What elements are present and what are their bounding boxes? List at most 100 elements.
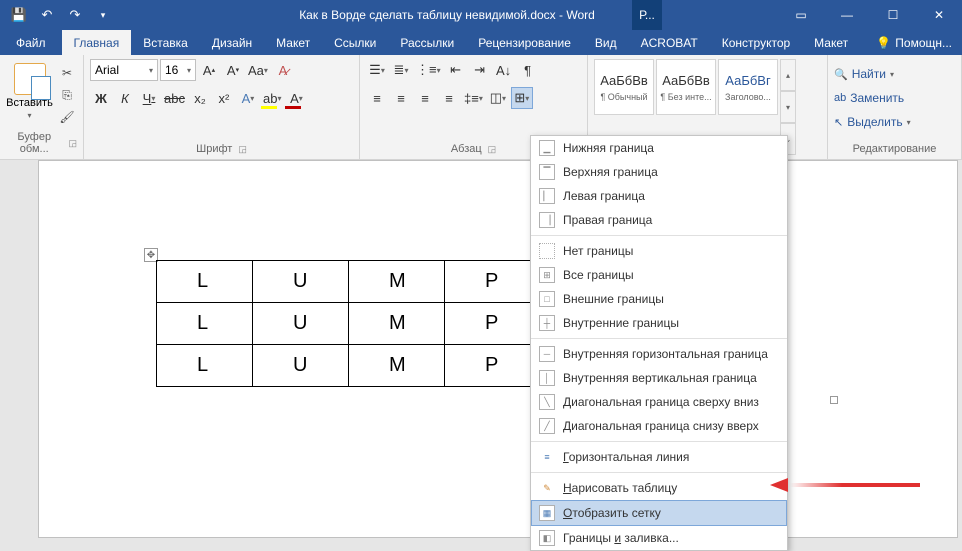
highlight-icon[interactable]: ab▾ xyxy=(261,87,283,109)
indent-left-icon[interactable]: ⇤ xyxy=(445,59,467,81)
subscript-button[interactable]: x₂ xyxy=(189,87,211,109)
ribbon-options-icon[interactable]: ▭ xyxy=(778,0,824,30)
multilevel-icon[interactable]: ⋮≡▾ xyxy=(414,59,443,81)
change-case-icon[interactable]: Aa▾ xyxy=(246,59,270,81)
tell-me[interactable]: 💡 Помощн... xyxy=(866,30,962,55)
tab-view[interactable]: Вид xyxy=(583,30,629,55)
cut-icon[interactable]: ✂ xyxy=(57,63,77,83)
select-button[interactable]: ↖Выделить ▾ xyxy=(834,111,955,133)
table-cell[interactable]: M xyxy=(349,303,445,345)
menu-inside-v-border[interactable]: │Внутренняя вертикальная граница xyxy=(531,366,787,390)
menu-outside-borders[interactable]: □Внешние границы xyxy=(531,287,787,311)
menu-inside-h-border[interactable]: ─Внутренняя горизонтальная граница xyxy=(531,342,787,366)
show-marks-icon[interactable]: ¶ xyxy=(517,59,539,81)
redo-icon[interactable]: ↷ xyxy=(62,2,88,28)
font-name-select[interactable]: Arial▾ xyxy=(90,59,158,81)
menu-all-borders[interactable]: ⊞Все границы xyxy=(531,263,787,287)
menu-right-border[interactable]: ▕Правая граница xyxy=(531,208,787,232)
shrink-font-icon[interactable]: A▾ xyxy=(222,59,244,81)
grow-font-icon[interactable]: A▴ xyxy=(198,59,220,81)
bullets-icon[interactable]: ☰▾ xyxy=(366,59,388,81)
align-left-icon[interactable]: ≡ xyxy=(366,87,388,109)
launcher-icon[interactable]: ◲ xyxy=(488,144,497,155)
border-top-icon: ▔ xyxy=(539,164,555,180)
table-cell[interactable]: L xyxy=(157,261,253,303)
table-cell[interactable]: M xyxy=(349,345,445,387)
chevron-down-icon[interactable]: ▾ xyxy=(780,91,796,123)
tab-design[interactable]: Дизайн xyxy=(200,30,264,55)
bold-button[interactable]: Ж xyxy=(90,87,112,109)
table-cell[interactable]: U xyxy=(253,345,349,387)
tab-constructor[interactable]: Конструктор xyxy=(710,30,802,55)
tab-review[interactable]: Рецензирование xyxy=(466,30,583,55)
close-icon[interactable]: ✕ xyxy=(916,0,962,30)
group-font-label: Шрифт xyxy=(196,143,232,155)
replace-button[interactable]: abЗаменить xyxy=(834,87,955,109)
table-cell[interactable]: U xyxy=(253,261,349,303)
ribbon: Вставить ▾ ✂ ⎘ 🖌 Буфер обм... ◲ Arial▾ 16… xyxy=(0,55,962,160)
font-size-select[interactable]: 16▾ xyxy=(160,59,196,81)
table-resize-handle[interactable] xyxy=(830,396,838,404)
border-none-icon xyxy=(539,243,555,259)
menu-diag-up-border[interactable]: ╱Диагональная граница снизу вверх xyxy=(531,414,787,438)
shading-icon[interactable]: ◫▾ xyxy=(487,87,509,109)
tab-insert[interactable]: Вставка xyxy=(131,30,200,55)
align-center-icon[interactable]: ≡ xyxy=(390,87,412,109)
strike-button[interactable]: abc xyxy=(162,87,187,109)
tab-references[interactable]: Ссылки xyxy=(322,30,388,55)
menu-no-border[interactable]: Нет границы xyxy=(531,239,787,263)
paste-button[interactable]: Вставить ▾ xyxy=(6,59,53,131)
minimize-icon[interactable]: — xyxy=(824,0,870,30)
cursor-icon: ↖ xyxy=(834,116,843,129)
table-cell[interactable]: M xyxy=(349,261,445,303)
undo-icon[interactable]: ↶ xyxy=(34,2,60,28)
align-right-icon[interactable]: ≡ xyxy=(414,87,436,109)
underline-button[interactable]: Ч▾ xyxy=(138,87,160,109)
tab-acrobat[interactable]: ACROBAT xyxy=(629,30,710,55)
menu-view-gridlines[interactable]: ▦Отобразить сетку xyxy=(531,500,787,526)
maximize-icon[interactable]: ☐ xyxy=(870,0,916,30)
superscript-button[interactable]: x² xyxy=(213,87,235,109)
style-nospacing[interactable]: АаБбВв ¶ Без инте... xyxy=(656,59,716,115)
indent-right-icon[interactable]: ⇥ xyxy=(469,59,491,81)
menu-diag-down-border[interactable]: ╲Диагональная граница сверху вниз xyxy=(531,390,787,414)
text-effects-icon[interactable]: A▾ xyxy=(237,87,259,109)
table-cell[interactable]: U xyxy=(253,303,349,345)
style-normal[interactable]: АаБбВв ¶ Обычный xyxy=(594,59,654,115)
launcher-icon[interactable]: ◲ xyxy=(238,144,247,155)
font-color-icon[interactable]: A▾ xyxy=(285,87,307,109)
menu-top-border[interactable]: ▔Верхняя граница xyxy=(531,160,787,184)
chevron-up-icon[interactable]: ▴ xyxy=(780,59,796,91)
numbering-icon[interactable]: ≣▾ xyxy=(390,59,412,81)
table-cell[interactable]: L xyxy=(157,303,253,345)
tab-mailings[interactable]: Рассылки xyxy=(388,30,466,55)
menu-draw-table[interactable]: ✎Нарисовать таблицу xyxy=(531,476,787,500)
menu-borders-shading[interactable]: ◧Границы и заливка... xyxy=(531,526,787,550)
italic-button[interactable]: К xyxy=(114,87,136,109)
qat-customize-icon[interactable]: ▾ xyxy=(90,2,116,28)
menu-left-border[interactable]: ▏Левая граница xyxy=(531,184,787,208)
launcher-icon[interactable]: ◲ xyxy=(68,138,77,149)
style-heading[interactable]: АаБбВг Заголово... xyxy=(718,59,778,115)
format-painter-icon[interactable]: 🖌 xyxy=(57,107,77,127)
group-font: Arial▾ 16▾ A▴ A▾ Aa▾ A̷ Ж К Ч▾ abc x₂ x²… xyxy=(84,55,360,159)
tab-layout2[interactable]: Макет xyxy=(802,30,860,55)
borders-button[interactable]: ⊞▾ xyxy=(511,87,533,109)
line-spacing-icon[interactable]: ‡≡▾ xyxy=(462,87,485,109)
menu-inside-borders[interactable]: ┼Внутренние границы xyxy=(531,311,787,335)
tab-layout[interactable]: Макет xyxy=(264,30,322,55)
table-cell[interactable]: L xyxy=(157,345,253,387)
find-button[interactable]: 🔍Найти ▾ xyxy=(834,63,955,85)
copy-icon[interactable]: ⎘ xyxy=(57,85,77,105)
group-clipboard-label: Буфер обм... xyxy=(6,131,62,155)
borders-dropdown: ▁Нижняя граница ▔Верхняя граница ▏Левая … xyxy=(530,135,788,551)
clear-formatting-icon[interactable]: A̷ xyxy=(272,59,294,81)
menu-bottom-border[interactable]: ▁Нижняя граница xyxy=(531,136,787,160)
sort-icon[interactable]: A↓ xyxy=(493,59,515,81)
tab-file[interactable]: Файл xyxy=(0,30,62,55)
justify-icon[interactable]: ≡ xyxy=(438,87,460,109)
menu-horizontal-line[interactable]: ≡Горизонтальная линия xyxy=(531,445,787,469)
tab-home[interactable]: Главная xyxy=(62,30,132,55)
save-icon[interactable]: 💾 xyxy=(6,2,32,28)
hline-icon: ≡ xyxy=(539,449,555,465)
